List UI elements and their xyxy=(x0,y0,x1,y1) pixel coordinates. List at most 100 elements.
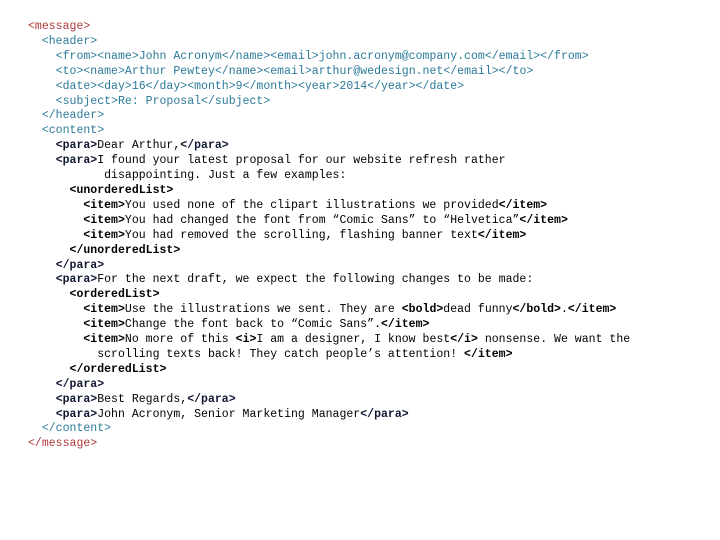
token-struct: </content> xyxy=(41,422,112,436)
code-line: <item>No more of this <i>I am a designer… xyxy=(0,333,720,348)
token-text: I am a designer, I know best xyxy=(256,333,451,347)
token-text: You had removed the scrolling, flashing … xyxy=(124,228,478,242)
code-line: <para>For the next draft, we expect the … xyxy=(0,273,720,288)
token-item: </item> xyxy=(567,303,617,317)
token-field: </name><email> xyxy=(214,64,312,78)
code-line: <item>You had removed the scrolling, fla… xyxy=(0,229,720,244)
token-para: <para> xyxy=(55,273,98,287)
token-item: </item> xyxy=(381,318,430,332)
token-field: <subject> xyxy=(55,94,118,108)
token-list: <unorderedList> xyxy=(69,183,174,197)
token-item: </item> xyxy=(519,213,568,227)
code-line: <para>John Acronym, Senior Marketing Man… xyxy=(0,408,720,423)
token-fieldtext: 2014 xyxy=(339,79,368,93)
token-root: <message> xyxy=(28,20,91,33)
token-item: <item> xyxy=(83,303,125,317)
token-fieldtext: Arthur Pewtey xyxy=(124,64,215,78)
code-line: <from><name>John Acronym</name><email>jo… xyxy=(0,50,720,65)
code-line: <unorderedList> xyxy=(0,184,720,199)
token-para: <para> xyxy=(55,154,98,168)
token-item: <item> xyxy=(83,228,125,242)
token-text: Best Regards, xyxy=(97,392,188,406)
token-text: . xyxy=(560,303,568,317)
token-para: </para> xyxy=(55,258,105,272)
token-fieldtext: arthur@wedesign.net xyxy=(311,64,444,78)
xml-code-listing: <message> <header> <from><name>John Acro… xyxy=(0,0,720,452)
token-fieldtext: Re: Proposal xyxy=(117,94,202,108)
token-text: You used none of the clipart illustratio… xyxy=(124,198,499,212)
token-struct: <content> xyxy=(41,124,105,138)
code-line: </content> xyxy=(0,422,720,437)
code-line: <subject>Re: Proposal</subject> xyxy=(0,95,720,110)
code-line: <date><day>16</day><month>9</month><year… xyxy=(0,80,720,95)
token-para: </para> xyxy=(360,407,409,421)
token-text: disappointing. Just a few examples: xyxy=(104,169,347,183)
code-line: </orderedList> xyxy=(0,363,720,378)
token-text: nonsense. We want the xyxy=(477,333,631,347)
token-item: <item> xyxy=(83,198,125,212)
token-item: <item> xyxy=(83,213,125,227)
token-field: <date><day> xyxy=(55,79,132,93)
code-line: </unorderedList> xyxy=(0,244,720,259)
code-line: <para>Dear Arthur,</para> xyxy=(0,139,720,154)
token-text: scrolling texts back! They catch people’… xyxy=(97,347,465,361)
token-para: <para> xyxy=(55,139,98,153)
token-text: Use the illustrations we sent. They are xyxy=(124,303,402,317)
token-item: </item> xyxy=(464,347,513,361)
token-item: <item> xyxy=(83,318,125,332)
token-field: <to><name> xyxy=(55,64,125,78)
token-field: </day><month> xyxy=(145,79,236,93)
token-text: Change the font back to “Comic Sans”. xyxy=(124,318,381,332)
token-field: <from><name> xyxy=(55,49,139,63)
token-inline: </bold> xyxy=(512,303,561,317)
token-inline: </i> xyxy=(450,333,478,347)
code-line: </header> xyxy=(0,109,720,124)
code-line: <content> xyxy=(0,124,720,139)
token-field: </month><year> xyxy=(242,79,340,93)
token-text: John Acronym, Senior Marketing Manager xyxy=(97,407,361,421)
token-list: <orderedList> xyxy=(69,288,160,302)
token-root: </message> xyxy=(28,437,98,451)
token-fieldtext: john.acronym@company.com xyxy=(318,49,485,63)
token-field: </email></from> xyxy=(484,49,589,63)
code-line: <item>Change the font back to “Comic San… xyxy=(0,318,720,333)
token-list: </orderedList> xyxy=(69,362,167,376)
token-para: </para> xyxy=(180,139,229,153)
token-para: <para> xyxy=(55,392,98,406)
token-field: </email></to> xyxy=(443,64,534,78)
token-item: </item> xyxy=(498,198,548,212)
token-fieldtext: 16 xyxy=(131,79,146,93)
token-field: </year></date> xyxy=(367,79,465,93)
code-line: <message> xyxy=(0,20,720,35)
code-line: <item>You had changed the font from “Com… xyxy=(0,214,720,229)
token-para: <para> xyxy=(55,407,98,421)
token-text: For the next draft, we expect the follow… xyxy=(97,273,534,287)
token-para: </para> xyxy=(187,392,236,406)
code-line: <para>Best Regards,</para> xyxy=(0,393,720,408)
code-line: disappointing. Just a few examples: xyxy=(0,169,720,184)
code-line: <orderedList> xyxy=(0,288,720,303)
token-text: I found your latest proposal for our web… xyxy=(97,154,506,168)
